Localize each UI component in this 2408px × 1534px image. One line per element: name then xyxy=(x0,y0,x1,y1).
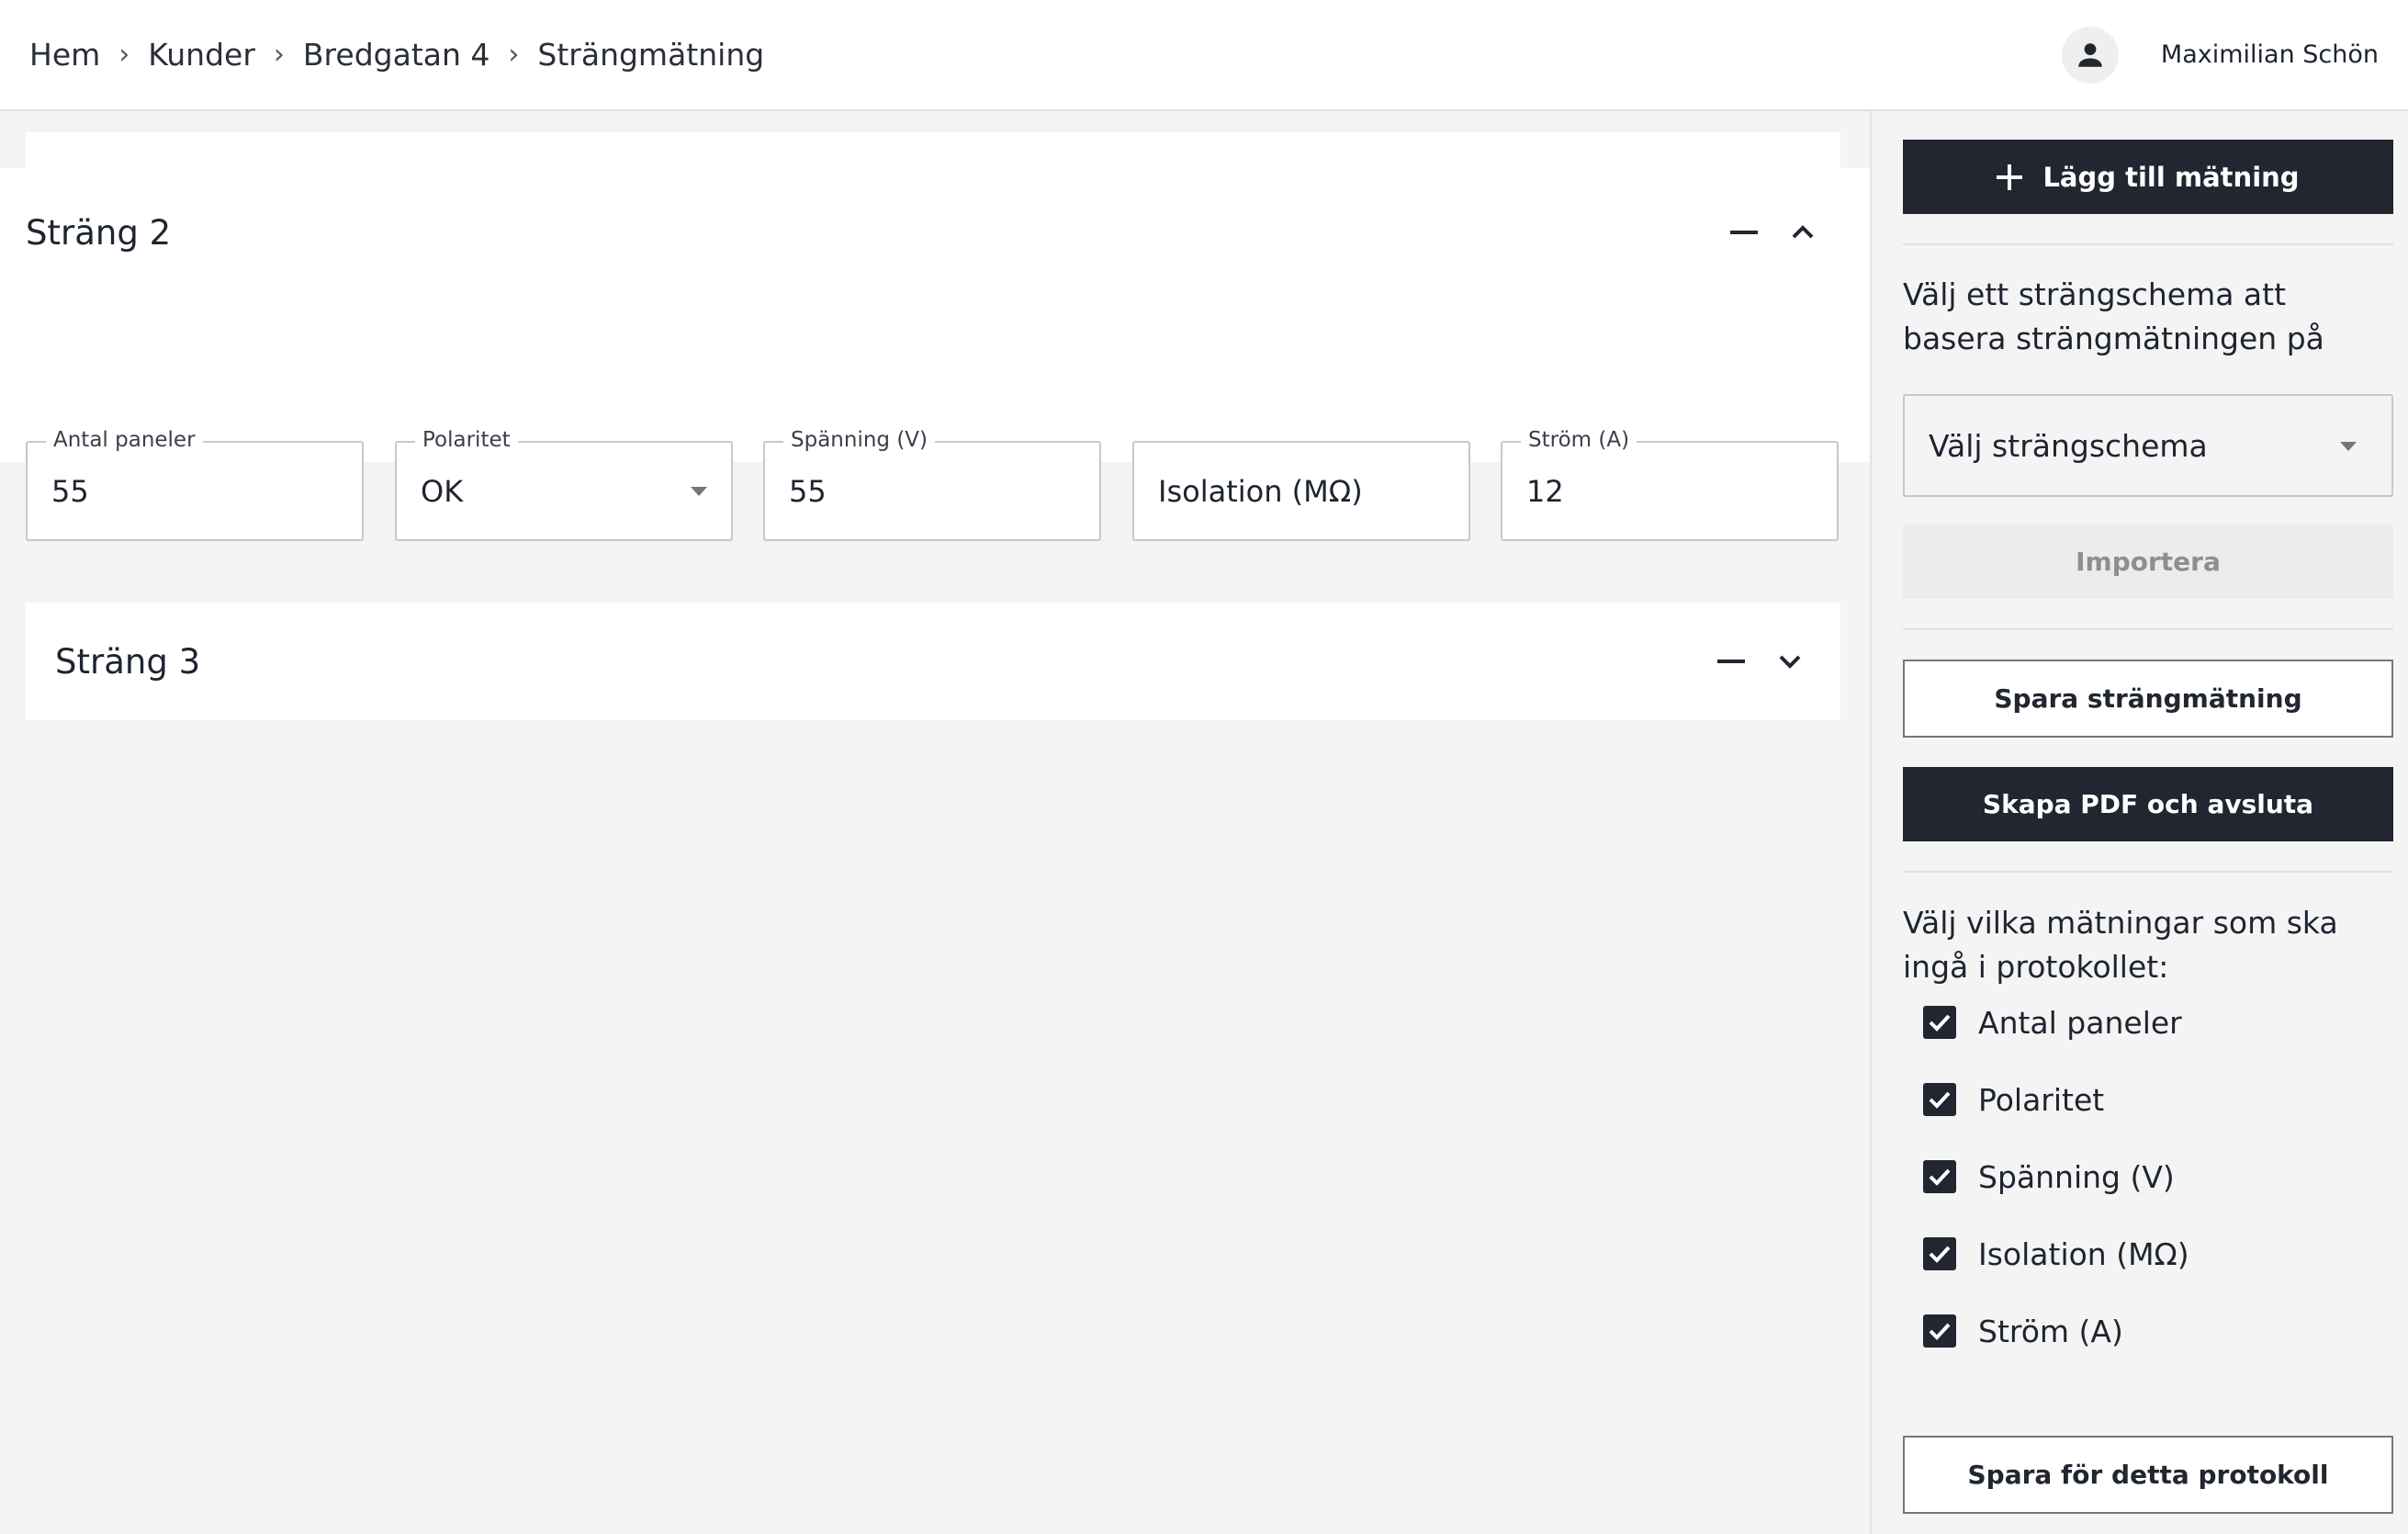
isolation-field[interactable] xyxy=(1132,441,1470,541)
dropdown-arrow-icon xyxy=(2340,442,2357,451)
add-measurement-button[interactable]: Lägg till mätning xyxy=(1903,140,2393,214)
chevron-up-icon[interactable] xyxy=(1787,217,1818,248)
dropdown-arrow-icon[interactable] xyxy=(691,487,707,496)
strom-field[interactable]: Ström (A) 12 xyxy=(1501,428,1839,541)
checkbox-label: Antal paneler xyxy=(1978,1004,2182,1041)
checkbox-antal-paneler[interactable]: Antal paneler xyxy=(1923,999,2182,1045)
save-protocol-button[interactable]: Spara för detta protokoll xyxy=(1903,1436,2393,1514)
protocol-prompt: Välj vilka mätningar som ska ingå i prot… xyxy=(1903,905,2338,985)
breadcrumb: Hem › Kunder › Bredgatan 4 › Strängmätni… xyxy=(29,0,764,109)
checkbox-spanning[interactable]: Spänning (V) xyxy=(1923,1154,2175,1200)
checkbox-label: Ström (A) xyxy=(1978,1313,2123,1349)
minus-icon[interactable] xyxy=(1716,646,1747,677)
string-title: Sträng 3 xyxy=(55,641,201,682)
antal-paneler-field[interactable]: Antal paneler 55 xyxy=(26,428,364,541)
panel-actions xyxy=(1728,168,1818,297)
breadcrumb-home[interactable]: Hem xyxy=(29,37,100,73)
plus-icon xyxy=(1997,164,2023,190)
checkbox-polaritet[interactable]: Polaritet xyxy=(1923,1077,2104,1122)
breadcrumb-separator: › xyxy=(508,39,520,71)
schema-select[interactable]: Välj strängschema xyxy=(1903,394,2393,497)
divider xyxy=(1903,243,2393,245)
breadcrumb-address[interactable]: Bredgatan 4 xyxy=(303,37,489,73)
schema-select-value: Välj strängschema xyxy=(1929,427,2208,464)
divider xyxy=(1903,871,2393,873)
breadcrumb-customers[interactable]: Kunder xyxy=(148,37,255,73)
breadcrumb-separator: › xyxy=(118,39,130,71)
breadcrumb-separator: › xyxy=(273,39,285,71)
checkbox-checked-icon[interactable] xyxy=(1923,1160,1956,1193)
chevron-down-icon[interactable] xyxy=(1774,646,1806,677)
checkbox-checked-icon[interactable] xyxy=(1923,1083,1956,1116)
string-title: Sträng 2 xyxy=(26,212,172,253)
string-panel-2: Sträng 2 xyxy=(0,168,1870,462)
field-value[interactable]: 12 xyxy=(1526,443,1564,539)
checkbox-checked-icon[interactable] xyxy=(1923,1006,1956,1039)
string-panel-3: Sträng 3 xyxy=(26,603,1840,720)
field-value[interactable]: 55 xyxy=(51,443,89,539)
checkbox-label: Polaritet xyxy=(1978,1081,2105,1118)
top-bar: Hem › Kunder › Bredgatan 4 › Strängmätni… xyxy=(0,0,2408,111)
checkbox-checked-icon[interactable] xyxy=(1923,1314,1956,1348)
import-button[interactable]: Importera xyxy=(1903,524,2393,599)
checkbox-strom[interactable]: Ström (A) xyxy=(1923,1308,2123,1354)
checkbox-isolation[interactable]: Isolation (MΩ) xyxy=(1923,1231,2189,1277)
checkbox-label: Spänning (V) xyxy=(1978,1158,2175,1195)
spanning-field[interactable]: Spänning (V) 55 xyxy=(763,428,1101,541)
create-pdf-button[interactable]: Skapa PDF och avsluta xyxy=(1903,767,2393,841)
checkbox-label: Isolation (MΩ) xyxy=(1978,1235,2189,1272)
avatar[interactable] xyxy=(2061,26,2119,84)
person-icon xyxy=(2078,42,2102,67)
field-value[interactable]: 55 xyxy=(789,443,827,539)
user-name: Maximilian Schön xyxy=(2160,40,2379,69)
user-menu[interactable]: Maximilian Schön xyxy=(2061,0,2379,109)
panel-actions xyxy=(1716,603,1806,720)
breadcrumb-current: Strängmätning xyxy=(537,37,765,73)
save-measurement-button[interactable]: Spara strängmätning xyxy=(1903,660,2393,738)
minus-icon[interactable] xyxy=(1728,217,1760,248)
polaritet-select[interactable]: Polaritet OK xyxy=(395,428,733,541)
add-measurement-label: Lägg till mätning xyxy=(2042,161,2300,193)
divider xyxy=(1903,628,2393,630)
field-value[interactable]: OK xyxy=(421,443,463,539)
checkbox-checked-icon[interactable] xyxy=(1923,1237,1956,1270)
isolation-input[interactable] xyxy=(1158,443,1434,539)
schema-prompt: Välj ett strängschema att basera strängm… xyxy=(1903,276,2324,356)
sidebar: Lägg till mätning Välj ett strängschema … xyxy=(1870,111,2408,1534)
